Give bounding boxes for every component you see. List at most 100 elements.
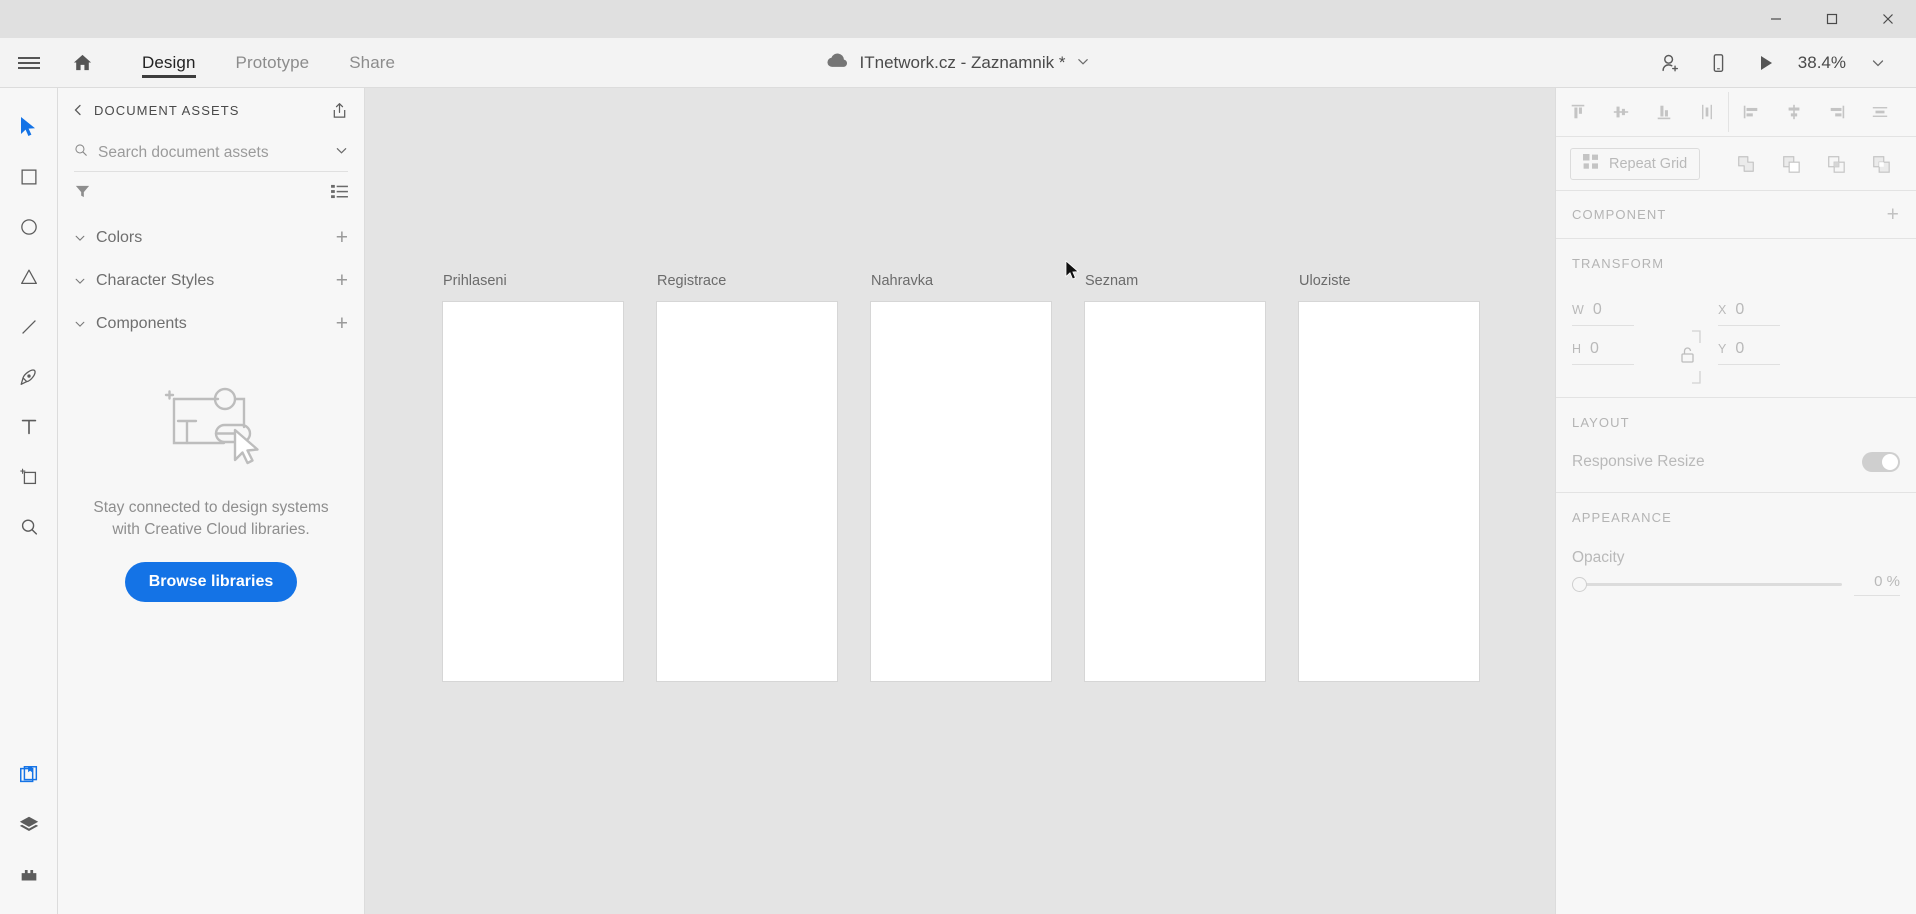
distribute-horizontal-icon[interactable]	[1858, 92, 1901, 132]
width-value[interactable]: 0	[1593, 301, 1602, 319]
maximize-button[interactable]	[1804, 0, 1860, 38]
assets-section-components[interactable]: Components +	[58, 302, 364, 345]
assets-section-colors[interactable]: Colors +	[58, 216, 364, 259]
add-character-style-icon[interactable]: +	[336, 270, 348, 291]
field-underline	[1718, 364, 1780, 365]
select-tool-icon[interactable]	[0, 102, 58, 152]
responsive-resize-toggle[interactable]	[1862, 452, 1900, 472]
zoom-tool-icon[interactable]	[0, 502, 58, 552]
boolean-subtract-icon[interactable]	[1769, 144, 1812, 184]
layout-section-header: LAYOUT	[1556, 398, 1916, 446]
align-top-icon[interactable]	[1556, 92, 1599, 132]
close-button[interactable]	[1860, 0, 1916, 38]
design-canvas[interactable]: Prihlaseni Registrace Nahravka Seznam Ul…	[365, 88, 1555, 914]
artboard-surface[interactable]	[656, 301, 838, 682]
repeat-grid-icon	[1583, 154, 1599, 174]
layers-panel-icon[interactable]	[0, 800, 58, 850]
align-bottom-icon[interactable]	[1642, 92, 1685, 132]
align-right-icon[interactable]	[1815, 92, 1858, 132]
opacity-handle[interactable]	[1572, 577, 1587, 592]
tool-rail	[0, 88, 58, 914]
browse-libraries-button[interactable]: Browse libraries	[125, 562, 298, 602]
height-field[interactable]: H 0	[1572, 340, 1650, 358]
filter-icon[interactable]	[74, 183, 91, 205]
artboard-nahravka[interactable]: Nahravka	[870, 273, 1052, 682]
document-title-area[interactable]: ITnetwork.cz - Zaznamnik *	[827, 53, 1090, 73]
boolean-intersect-icon[interactable]	[1814, 144, 1857, 184]
component-section-title: COMPONENT	[1572, 207, 1666, 222]
assets-panel-icon[interactable]	[0, 750, 58, 800]
artboard-label[interactable]: Nahravka	[870, 273, 1052, 289]
list-view-icon[interactable]	[331, 184, 348, 204]
align-left-icon[interactable]	[1729, 92, 1772, 132]
chevron-down-icon[interactable]	[1076, 53, 1089, 73]
artboard-seznam[interactable]: Seznam	[1084, 273, 1266, 682]
artboard-surface[interactable]	[442, 301, 624, 682]
search-options-chevron-icon[interactable]	[335, 144, 348, 162]
artboard-tool-icon[interactable]	[0, 452, 58, 502]
height-label: H	[1572, 342, 1581, 356]
y-field[interactable]: Y 0	[1718, 340, 1796, 358]
align-center-vertical-icon[interactable]	[1599, 92, 1642, 132]
transform-section-title: TRANSFORM	[1572, 256, 1664, 271]
ellipse-tool-icon[interactable]	[0, 202, 58, 252]
zoom-level-value[interactable]: 38.4%	[1792, 53, 1852, 73]
artboard-label[interactable]: Uloziste	[1298, 273, 1480, 289]
line-tool-icon[interactable]	[0, 302, 58, 352]
menu-bar: Design Prototype Share ITnetwork.cz - Za…	[0, 38, 1916, 88]
zoom-dropdown-chevron-icon[interactable]	[1856, 41, 1900, 85]
tab-design[interactable]: Design	[122, 38, 216, 87]
x-value[interactable]: 0	[1735, 301, 1744, 319]
pen-tool-icon[interactable]	[0, 352, 58, 402]
distribute-vertical-icon[interactable]	[1685, 92, 1728, 132]
home-icon[interactable]	[58, 52, 106, 73]
field-underline	[1718, 325, 1780, 326]
artboard-label[interactable]: Seznam	[1084, 273, 1266, 289]
assets-search-row	[74, 134, 348, 172]
artboard-surface[interactable]	[870, 301, 1052, 682]
plugins-panel-icon[interactable]	[0, 850, 58, 900]
polygon-tool-icon[interactable]	[0, 252, 58, 302]
lock-aspect-ratio-icon[interactable]	[1670, 327, 1706, 392]
assets-section-character-styles[interactable]: Character Styles +	[58, 259, 364, 302]
repeat-grid-button[interactable]: Repeat Grid	[1570, 148, 1700, 180]
invite-coeditor-icon[interactable]	[1648, 41, 1692, 85]
boolean-add-icon[interactable]	[1724, 144, 1767, 184]
field-underline	[1854, 595, 1900, 596]
add-component-icon[interactable]: +	[1887, 204, 1900, 225]
play-preview-icon[interactable]	[1744, 41, 1788, 85]
rectangle-tool-icon[interactable]	[0, 152, 58, 202]
component-section-header: COMPONENT +	[1556, 191, 1916, 239]
minimize-button[interactable]	[1748, 0, 1804, 38]
width-label: W	[1572, 303, 1584, 317]
x-label: X	[1718, 303, 1726, 317]
mobile-preview-icon[interactable]	[1696, 41, 1740, 85]
y-value[interactable]: 0	[1735, 340, 1744, 358]
search-input[interactable]	[98, 144, 325, 162]
height-value[interactable]: 0	[1590, 340, 1599, 358]
align-center-horizontal-icon[interactable]	[1772, 92, 1815, 132]
artboard-prihlaseni[interactable]: Prihlaseni	[442, 273, 624, 682]
chevron-down-icon	[74, 275, 86, 287]
artboard-uloziste[interactable]: Uloziste	[1298, 273, 1480, 682]
artboard-label[interactable]: Prihlaseni	[442, 273, 624, 289]
add-component-icon[interactable]: +	[336, 313, 348, 334]
width-field[interactable]: W 0	[1572, 301, 1650, 319]
hamburger-menu-icon[interactable]	[0, 54, 58, 72]
tab-share[interactable]: Share	[329, 38, 415, 87]
back-chevron-icon[interactable]	[68, 104, 88, 116]
text-tool-icon[interactable]	[0, 402, 58, 452]
x-field[interactable]: X 0	[1718, 301, 1796, 319]
assets-filter-row	[74, 172, 348, 216]
artboard-surface[interactable]	[1298, 301, 1480, 682]
transform-underlines-top	[1572, 325, 1900, 326]
opacity-value[interactable]: 0 %	[1854, 573, 1900, 590]
boolean-exclude-icon[interactable]	[1859, 144, 1902, 184]
artboard-surface[interactable]	[1084, 301, 1266, 682]
export-icon[interactable]	[331, 102, 348, 119]
tab-prototype[interactable]: Prototype	[216, 38, 330, 87]
opacity-slider[interactable]	[1572, 576, 1842, 594]
add-color-icon[interactable]: +	[336, 227, 348, 248]
artboard-registrace[interactable]: Registrace	[656, 273, 838, 682]
artboard-label[interactable]: Registrace	[656, 273, 838, 289]
